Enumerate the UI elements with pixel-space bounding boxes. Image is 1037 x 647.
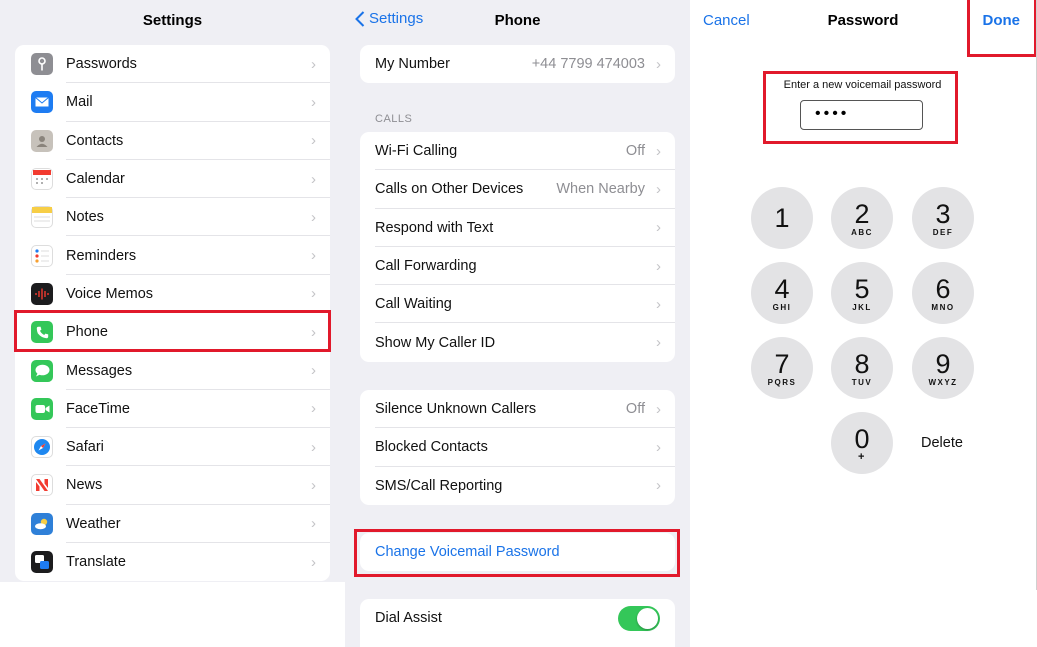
page-title: Settings [142,11,203,29]
chevron-right-icon: › [656,400,661,418]
key-icon [31,53,53,76]
keypad-key-1[interactable]: 1 [751,187,813,249]
settings-item-news[interactable]: News › [15,466,330,505]
chevron-right-icon: › [311,323,316,341]
blocked-contacts-row[interactable]: Blocked Contacts › [360,428,675,467]
keypad-key-4[interactable]: 4 GHI [751,262,813,324]
my-number-row[interactable]: My Number +44 7799 474003 › [360,45,675,83]
settings-item-facetime[interactable]: FaceTime › [15,390,330,428]
settings-item-reminders[interactable]: Reminders › [15,236,330,275]
back-button[interactable]: Settings [355,10,423,27]
chevron-right-icon: › [311,208,316,226]
chevron-right-icon: › [656,477,661,495]
settings-item-translate[interactable]: Translate › [15,543,330,581]
dial-assist-toggle[interactable] [618,605,660,631]
settings-item-calendar[interactable]: Calendar › [15,160,330,199]
phone-nav-bar: Settings Phone [345,0,690,40]
settings-item-weather[interactable]: Weather › [15,505,330,543]
keypad-key-0[interactable]: 0 + [831,412,893,474]
settings-item-voice-memos[interactable]: Voice Memos › [15,275,330,314]
chevron-right-icon: › [311,170,316,188]
settings-item-mail[interactable]: Mail › [15,83,330,122]
password-panel: Cancel Password Done Enter a new voicema… [690,0,1037,590]
mail-icon [31,91,53,114]
chevron-left-icon [355,10,365,27]
chevron-right-icon: › [656,219,661,237]
keypad-key-8[interactable]: 8 TUV [831,337,893,399]
password-prompt: Enter a new voicemail password [783,79,942,91]
silence-unknown-callers-row[interactable]: Silence Unknown Callers Off › [360,390,675,429]
settings-item-messages[interactable]: Messages › [15,351,330,390]
settings-panel: Settings Passwords › Mail › Contacts › C… [0,0,345,582]
chevron-right-icon: › [656,438,661,456]
page-title: Password [827,11,899,29]
weather-icon [31,512,53,535]
keypad-key-9[interactable]: 9 WXYZ [912,337,974,399]
settings-nav-bar: Settings [0,0,345,40]
phone-panel: Settings Phone My Number +44 7799 474003… [345,0,690,647]
keypad-key-6[interactable]: 6 MNO [912,262,974,324]
chevron-right-icon: › [311,400,316,418]
dial-assist-row: Dial Assist [360,599,675,637]
voice-memos-icon [31,282,53,305]
calendar-icon [31,168,53,191]
chevron-right-icon: › [656,55,661,73]
messages-icon [31,359,53,382]
cancel-button[interactable]: Cancel [703,12,750,29]
blocking-group: Silence Unknown Callers Off › Blocked Co… [360,390,675,505]
wifi-calling-row[interactable]: Wi-Fi Calling Off › [360,132,675,171]
chevron-right-icon: › [656,180,661,198]
chevron-right-icon: › [311,55,316,73]
calls-group: Wi-Fi Calling Off › Calls on Other Devic… [360,132,675,362]
translate-icon [31,551,53,573]
keypad-key-5[interactable]: 5 JKL [831,262,893,324]
my-number-group: My Number +44 7799 474003 › [360,45,675,84]
keypad-key-2[interactable]: 2 ABC [831,187,893,249]
sms-call-reporting-row[interactable]: SMS/Call Reporting › [360,467,675,505]
chevron-right-icon: › [656,142,661,160]
page-title: Phone [494,11,541,29]
settings-item-phone[interactable]: Phone › [15,313,330,352]
chevron-right-icon: › [311,93,316,111]
done-button[interactable]: Done [983,12,1021,29]
chevron-right-icon: › [311,553,316,571]
settings-item-notes[interactable]: Notes › [15,198,330,237]
change-voicemail-password-button[interactable]: Change Voicemail Password [360,533,675,571]
contacts-icon [31,129,53,152]
calls-other-devices-row[interactable]: Calls on Other Devices When Nearby › [360,170,675,209]
chevron-right-icon: › [311,132,316,150]
notes-icon [31,206,53,229]
dial-assist-group: Dial Assist [360,599,675,647]
respond-with-text-row[interactable]: Respond with Text › [360,209,675,247]
chevron-right-icon: › [656,295,661,313]
settings-item-safari[interactable]: Safari › [15,428,330,467]
safari-icon [31,436,53,459]
chevron-right-icon: › [656,334,661,352]
call-forwarding-row[interactable]: Call Forwarding › [360,247,675,286]
chevron-right-icon: › [311,476,316,494]
password-field[interactable]: •••• [800,100,923,130]
keypad-key-3[interactable]: 3 DEF [912,187,974,249]
delete-button[interactable]: Delete [921,435,963,451]
call-waiting-row[interactable]: Call Waiting › [360,285,675,324]
reminders-icon [31,244,53,267]
chevron-right-icon: › [311,247,316,265]
chevron-right-icon: › [311,515,316,533]
calls-section-header: CALLS [375,113,413,125]
news-icon [31,474,53,497]
voicemail-group: Change Voicemail Password [360,533,675,572]
facetime-icon [31,397,53,420]
settings-item-contacts[interactable]: Contacts › [15,122,330,160]
settings-item-passwords[interactable]: Passwords › [15,45,330,84]
chevron-right-icon: › [311,362,316,380]
chevron-right-icon: › [656,257,661,275]
chevron-right-icon: › [311,285,316,303]
chevron-right-icon: › [311,438,316,456]
phone-icon [31,321,53,344]
settings-list: Passwords › Mail › Contacts › Calendar › [15,45,330,582]
show-caller-id-row[interactable]: Show My Caller ID › [360,323,675,361]
keypad-key-7[interactable]: 7 PQRS [751,337,813,399]
